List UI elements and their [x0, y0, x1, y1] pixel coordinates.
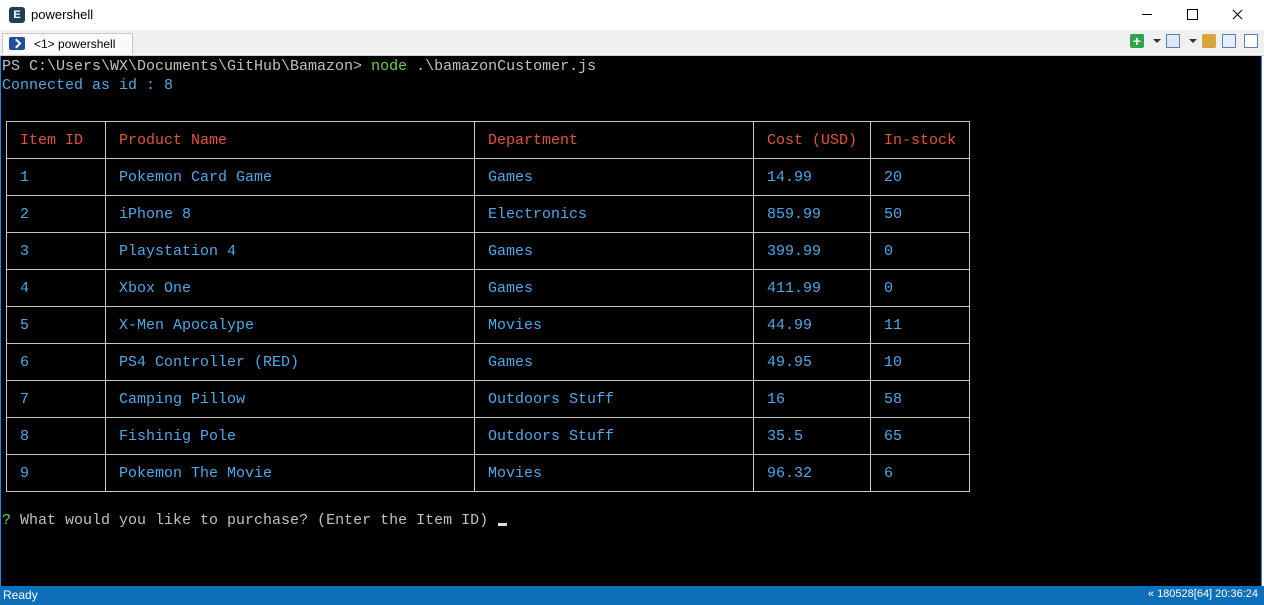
powershell-icon — [9, 37, 25, 50]
department-cell: Movies — [474, 306, 754, 344]
table-row: 4 Xbox One Games 411.99 0 — [6, 269, 970, 307]
in-stock-cell: 0 — [870, 269, 970, 307]
prompt-marker: ? — [2, 512, 12, 529]
product-name-cell: Xbox One — [105, 269, 475, 307]
item-id-cell: 6 — [6, 343, 106, 381]
prompt-question: What would you like to purchase? (Enter … — [11, 512, 489, 529]
cost-cell: 399.99 — [753, 232, 871, 270]
item-id-cell: 4 — [6, 269, 106, 307]
product-name-cell: PS4 Controller (RED) — [105, 343, 475, 381]
product-name-cell: Fishinig Pole — [105, 417, 475, 455]
product-name-cell: Playstation 4 — [105, 232, 475, 270]
table-row: 8 Fishinig Pole Outdoors Stuff 35.5 65 — [6, 417, 970, 455]
table-row: 5 X-Men Apocalype Movies 44.99 11 — [6, 306, 970, 344]
table-header-row: Item ID Product Name Department Cost (US… — [6, 121, 970, 159]
cost-cell: 859.99 — [753, 195, 871, 233]
cost-cell: 44.99 — [753, 306, 871, 344]
maximize-button[interactable] — [1169, 0, 1215, 30]
status-bar: Ready « 180528[64] 20:36:24 — [0, 586, 1264, 605]
product-name-cell: Camping Pillow — [105, 380, 475, 418]
department-cell: Games — [474, 343, 754, 381]
product-name-cell: Pokemon Card Game — [105, 158, 475, 196]
in-stock-cell: 11 — [870, 306, 970, 344]
department-cell: Outdoors Stuff — [474, 417, 754, 455]
cost-cell: 14.99 — [753, 158, 871, 196]
header-department: Department — [474, 121, 754, 159]
split-view-icon[interactable] — [1166, 34, 1180, 48]
table-row: 6 PS4 Controller (RED) Games 49.95 10 — [6, 343, 970, 381]
minimize-button[interactable] — [1124, 0, 1170, 30]
tab-powershell[interactable]: <1> powershell — [2, 33, 133, 54]
lock-icon[interactable] — [1202, 34, 1216, 48]
in-stock-cell: 6 — [870, 454, 970, 492]
item-id-cell: 9 — [6, 454, 106, 492]
purchase-prompt[interactable]: ? What would you like to purchase? (Ente… — [2, 511, 508, 530]
cost-cell: 16 — [753, 380, 871, 418]
department-cell: Games — [474, 158, 754, 196]
status-info: « 180528[64] 20:36:24 — [1147, 588, 1258, 600]
in-stock-cell: 0 — [870, 232, 970, 270]
in-stock-cell: 65 — [870, 417, 970, 455]
table-row: 3 Playstation 4 Games 399.99 0 — [6, 232, 970, 270]
item-id-cell: 3 — [6, 232, 106, 270]
in-stock-cell: 20 — [870, 158, 970, 196]
new-console-icon[interactable]: + — [1130, 34, 1144, 48]
grid-view-icon[interactable] — [1244, 34, 1258, 48]
tab-label: <1> powershell — [34, 37, 116, 51]
header-item-id: Item ID — [6, 121, 106, 159]
department-cell: Outdoors Stuff — [474, 380, 754, 418]
in-stock-cell: 58 — [870, 380, 970, 418]
text-cursor — [498, 523, 508, 526]
item-id-cell: 1 — [6, 158, 106, 196]
item-id-cell: 8 — [6, 417, 106, 455]
products-table: Item ID Product Name Department Cost (US… — [6, 121, 970, 492]
department-cell: Games — [474, 269, 754, 307]
console-area[interactable]: PS C:\Users\WX\Documents\GitHub\Bamazon>… — [0, 56, 1262, 586]
cost-cell: 49.95 — [753, 343, 871, 381]
header-cost: Cost (USD) — [753, 121, 871, 159]
app-icon: E — [9, 7, 25, 23]
tab-bar: <1> powershell — [0, 30, 1264, 56]
department-cell: Electronics — [474, 195, 754, 233]
in-stock-cell: 50 — [870, 195, 970, 233]
product-name-cell: iPhone 8 — [105, 195, 475, 233]
header-product-name: Product Name — [105, 121, 475, 159]
split-view-dropdown-icon[interactable] — [1186, 34, 1200, 48]
command-name: node — [371, 58, 408, 75]
command-line: PS C:\Users\WX\Documents\GitHub\Bamazon>… — [2, 57, 596, 76]
product-name-cell: X-Men Apocalype — [105, 306, 475, 344]
cost-cell: 96.32 — [753, 454, 871, 492]
item-id-cell: 5 — [6, 306, 106, 344]
item-id-cell: 7 — [6, 380, 106, 418]
item-id-cell: 2 — [6, 195, 106, 233]
panel-view-icon[interactable] — [1222, 34, 1236, 48]
department-cell: Games — [474, 232, 754, 270]
in-stock-cell: 10 — [870, 343, 970, 381]
new-console-dropdown-icon[interactable] — [1150, 34, 1164, 48]
table-row: 9 Pokemon The Movie Movies 96.32 6 — [6, 454, 970, 492]
window-title: powershell — [31, 7, 94, 22]
table-row: 7 Camping Pillow Outdoors Stuff 16 58 — [6, 380, 970, 418]
title-bar: E powershell — [0, 0, 1264, 30]
table-row: 1 Pokemon Card Game Games 14.99 20 — [6, 158, 970, 196]
command-argument: .\bamazonCustomer.js — [407, 58, 597, 75]
connection-status: Connected as id : 8 — [2, 77, 174, 94]
cost-cell: 35.5 — [753, 417, 871, 455]
department-cell: Movies — [474, 454, 754, 492]
close-button[interactable] — [1214, 0, 1260, 30]
cost-cell: 411.99 — [753, 269, 871, 307]
table-row: 2 iPhone 8 Electronics 859.99 50 — [6, 195, 970, 233]
product-name-cell: Pokemon The Movie — [105, 454, 475, 492]
status-ready: Ready — [3, 588, 38, 602]
header-in-stock: In-stock — [870, 121, 970, 159]
shell-prompt: PS C:\Users\WX\Documents\GitHub\Bamazon> — [2, 58, 372, 75]
